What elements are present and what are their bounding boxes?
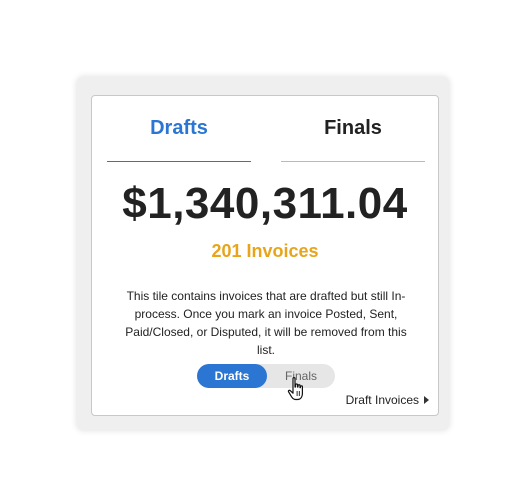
invoice-count: 201 Invoices — [211, 241, 319, 261]
tile-description: This tile contains invoices that are dra… — [125, 289, 407, 357]
hand-pointer-icon — [287, 377, 303, 401]
toggle-option-drafts[interactable]: Drafts — [197, 364, 267, 388]
invoices-tile: Drafts Finals $1,340,311.04 201 Invoices… — [91, 95, 439, 416]
tab-finals[interactable]: Finals — [281, 96, 425, 162]
drafts-finals-toggle[interactable]: Drafts Finals — [197, 364, 335, 388]
tab-drafts[interactable]: Drafts — [107, 96, 251, 162]
caret-right-icon — [424, 396, 429, 404]
draft-invoices-link-label: Draft Invoices — [345, 393, 419, 407]
draft-invoices-link[interactable]: Draft Invoices — [346, 393, 429, 407]
total-amount: $1,340,311.04 — [122, 179, 408, 228]
